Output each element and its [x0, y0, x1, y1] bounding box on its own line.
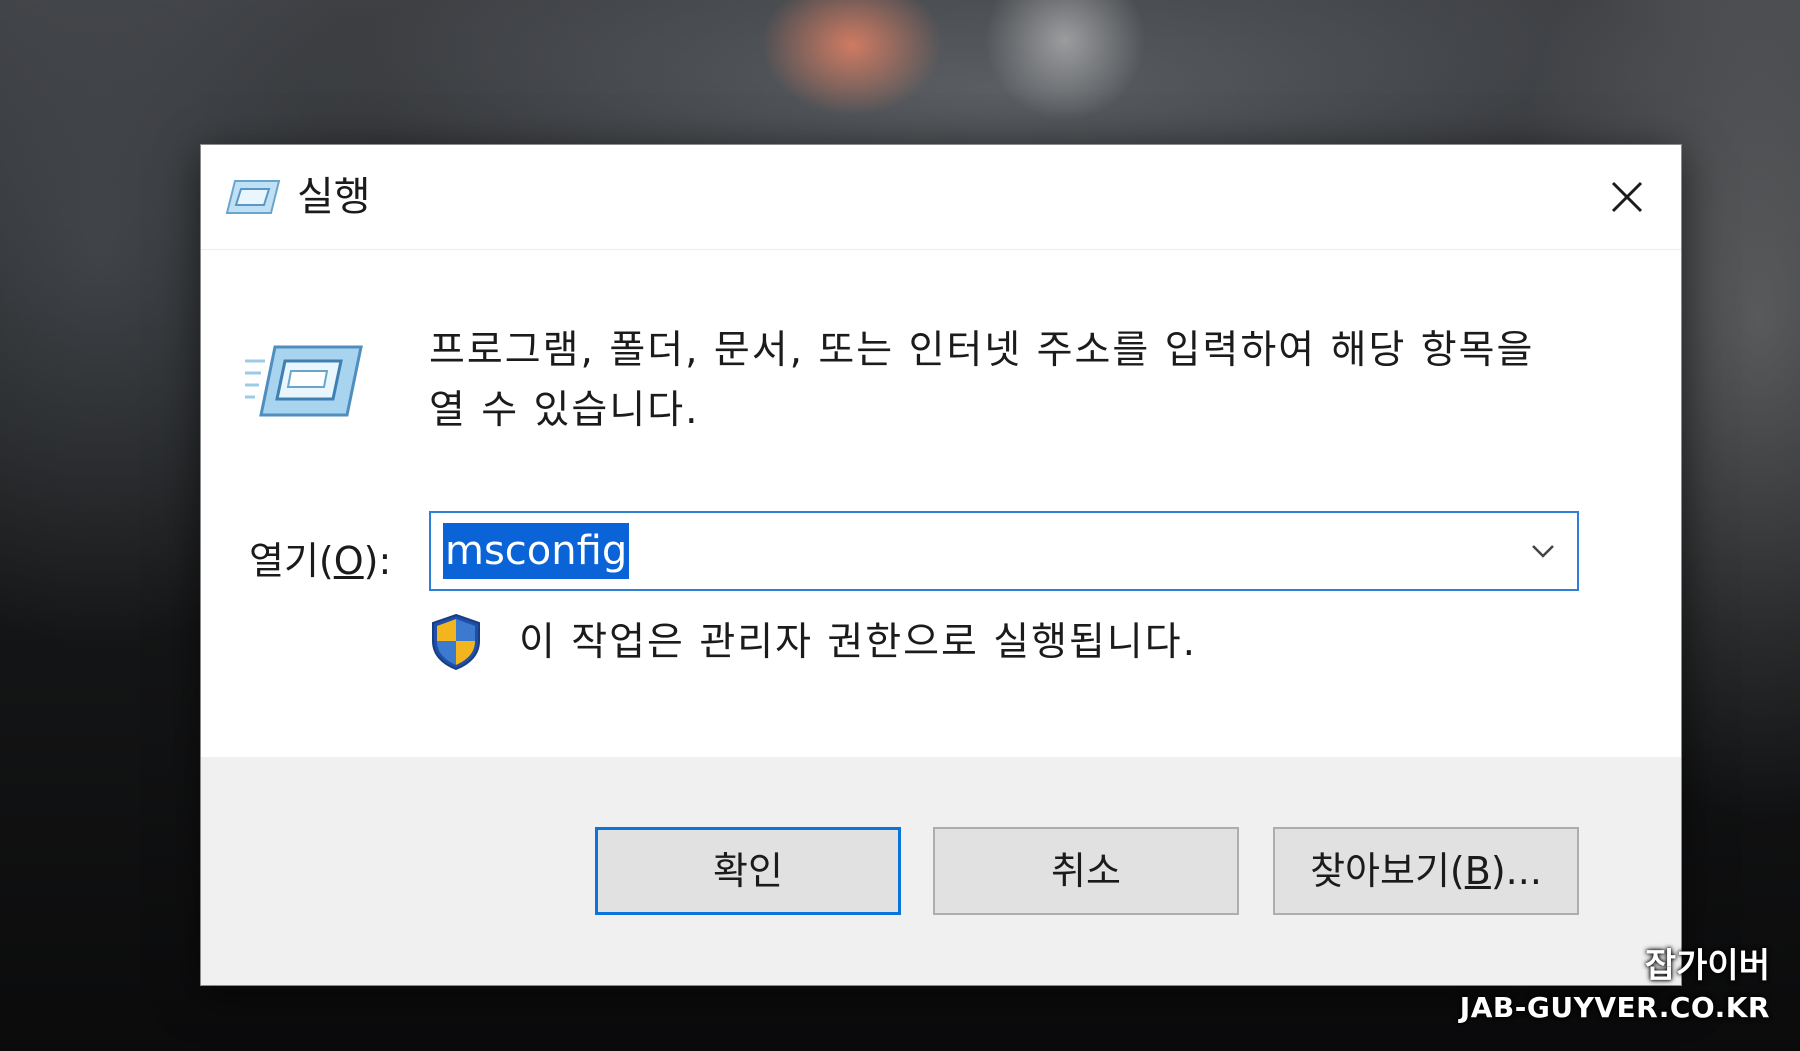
run-app-icon [225, 180, 281, 214]
ok-button[interactable]: 확인 [595, 827, 901, 915]
open-label-mnemonic: O [333, 539, 364, 583]
run-dialog: 실행 프로그램, 폴더, 문서, 또는 인터넷 주소를 입력하여 해당 항목을 … [200, 144, 1682, 986]
watermark-line1: 잡가이버 [1644, 946, 1770, 986]
run-icon [245, 345, 363, 417]
close-icon[interactable] [1601, 171, 1653, 223]
open-label: 열기(O): [249, 521, 391, 601]
chevron-down-icon[interactable] [1519, 527, 1567, 575]
open-label-prefix: 열기( [249, 539, 334, 583]
browse-label-suffix: )... [1490, 849, 1542, 893]
dialog-description: 프로그램, 폴더, 문서, 또는 인터넷 주소를 입력하여 해당 항목을 열 수… [429, 328, 1535, 433]
uac-shield-icon [432, 613, 480, 671]
admin-note: 이 작업은 관리자 권한으로 실행됩니다. [519, 620, 1198, 665]
browse-label-mnemonic: B [1464, 849, 1491, 893]
browse-label-prefix: 찾아보기( [1310, 849, 1465, 893]
open-label-suffix: ): [363, 539, 392, 583]
watermark: 잡가이버 JAB-GUYVER.CO.KR [1460, 944, 1770, 1028]
open-combobox[interactable]: msconfig [429, 511, 1579, 591]
open-input[interactable]: msconfig [443, 523, 630, 579]
title-bar: 실행 [201, 145, 1681, 250]
watermark-line2: JAB-GUYVER.CO.KR [1459, 991, 1770, 1024]
window-title: 실행 [297, 174, 371, 220]
browse-button[interactable]: 찾아보기(B)... [1273, 827, 1579, 915]
cancel-button[interactable]: 취소 [933, 827, 1239, 915]
